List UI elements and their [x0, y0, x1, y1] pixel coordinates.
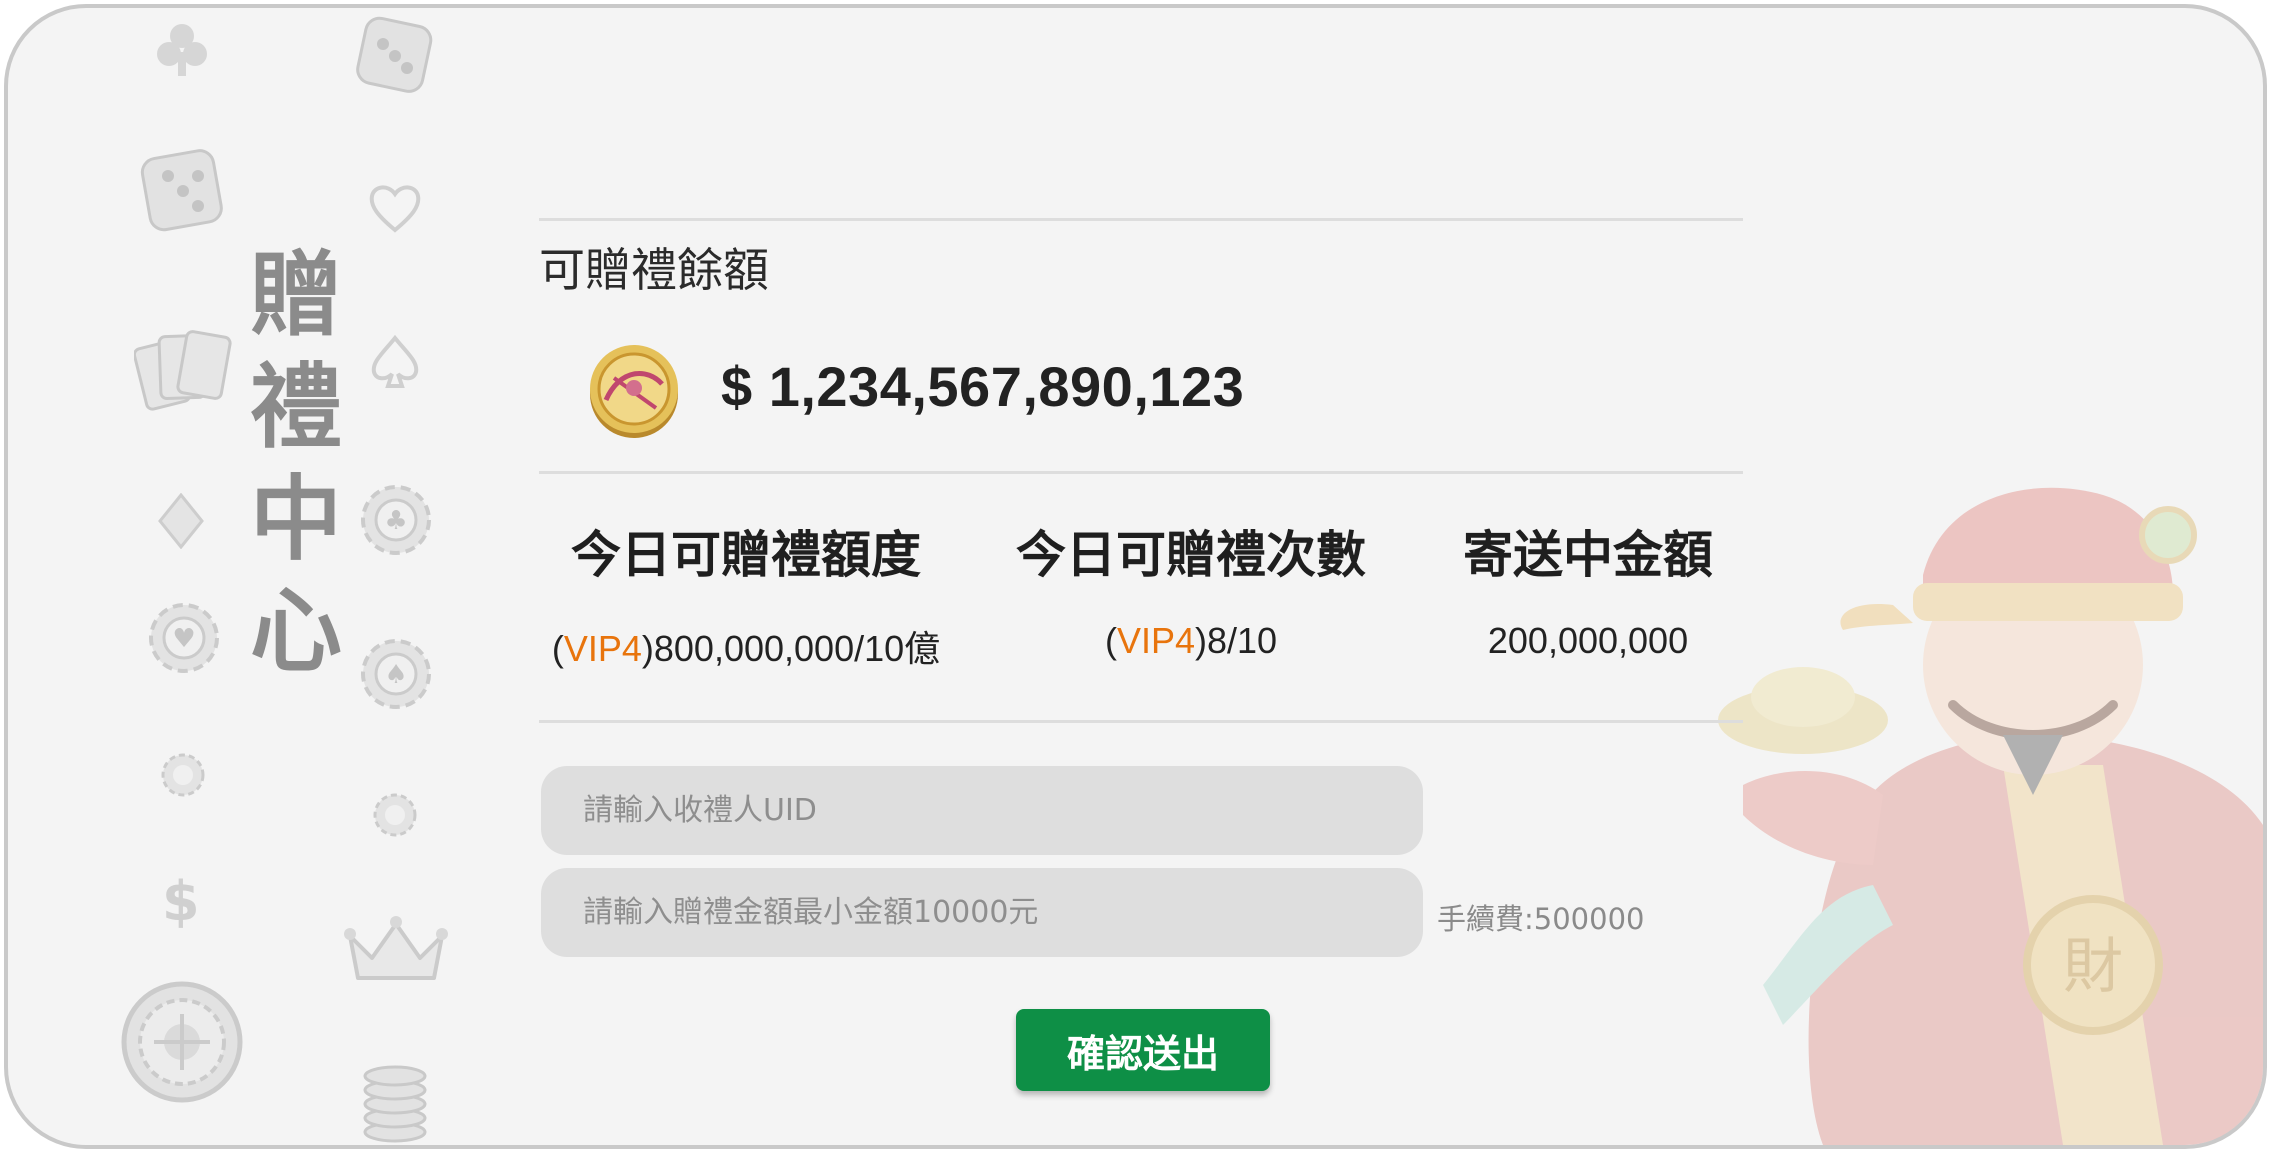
stat-amount: 8/10 [1206, 620, 1278, 661]
svg-text:♥: ♥ [172, 624, 195, 654]
amount-field[interactable] [541, 868, 1423, 957]
divider [539, 471, 1743, 474]
recipient-uid-input[interactable] [581, 792, 1423, 829]
svg-text:♣: ♣ [384, 506, 407, 536]
spade-icon [368, 334, 422, 390]
gift-amount-input[interactable] [581, 894, 1423, 931]
title-char: 禮 [249, 354, 342, 461]
divider [539, 720, 1743, 723]
stat-value: (VIP4)800,000,000/10億 [551, 628, 941, 669]
svg-text:♠: ♠ [384, 660, 407, 690]
gift-center-panel: ♣ ♥ ♠ $ 贈 禮 中 心 財 可贈禮餘額 $ 1,234,567,890,… [4, 4, 2267, 1149]
stat-value: (VIP4)8/10 [1104, 620, 1278, 661]
title-char: 中 [249, 466, 342, 573]
dice-icon [138, 146, 228, 236]
balance-label: 可贈禮餘額 [539, 243, 769, 297]
fee-text: 手續費:500000 [1437, 902, 1645, 936]
gold-coin-icon [590, 345, 678, 438]
title-char: 心 [249, 578, 342, 685]
stat-amount: 200,000,000 [1487, 620, 1689, 661]
stat-title: 今日可贈禮次數 [1016, 526, 1366, 584]
club-icon [156, 22, 208, 80]
submit-button[interactable]: 確認送出 [1016, 1009, 1270, 1091]
roulette-icon [120, 980, 244, 1104]
uid-field[interactable] [541, 766, 1423, 855]
vip-level: VIP4 [563, 628, 642, 669]
page-title: 贈 禮 中 心 [246, 240, 346, 688]
balance-amount: $ 1,234,567,890,123 [721, 355, 1245, 418]
daily-gift-limit: 今日可贈禮額度 (VIP4)800,000,000/10億 [536, 520, 956, 672]
chip-icon [372, 792, 418, 838]
coin-stack-icon [360, 1054, 430, 1144]
chip-icon: ♣ [360, 484, 432, 556]
chip-icon: ♠ [360, 638, 432, 710]
diamond-icon [158, 493, 204, 549]
daily-gift-count: 今日可贈禮次數 (VIP4)8/10 [981, 520, 1401, 662]
stat-title: 今日可贈禮額度 [571, 526, 921, 584]
stat-title: 寄送中金額 [1463, 526, 1713, 584]
vip-level: VIP4 [1116, 620, 1195, 661]
heart-icon [368, 184, 422, 234]
divider [539, 218, 1743, 221]
sending-amount: 寄送中金額 200,000,000 [1378, 520, 1798, 662]
title-char: 贈 [249, 242, 342, 349]
stat-amount: 800,000,000/10億 [653, 628, 941, 669]
dollar-icon: $ [162, 870, 200, 933]
crown-icon [344, 916, 448, 986]
cards-icon [134, 326, 234, 416]
chip-icon: ♥ [148, 602, 220, 674]
chip-icon [160, 752, 206, 798]
svg-text:財: 財 [2063, 932, 2123, 1002]
dice-icon [353, 14, 437, 98]
